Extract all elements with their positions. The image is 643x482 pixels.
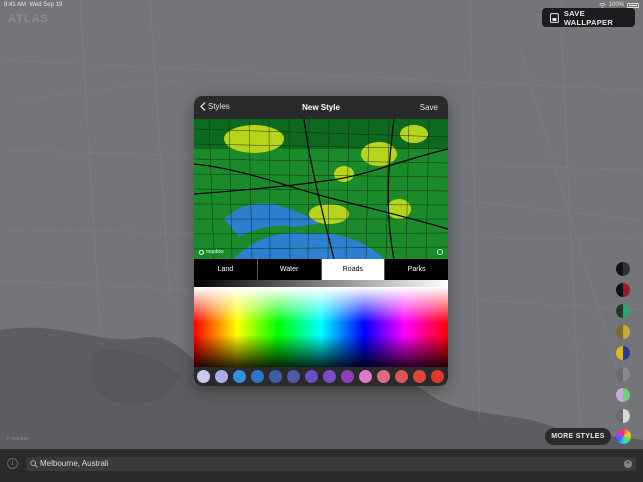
info-button[interactable]: i xyxy=(7,458,18,469)
map-attribution: © mapbox xyxy=(6,436,29,442)
search-icon xyxy=(30,460,38,468)
style-preset-dot[interactable] xyxy=(616,409,630,423)
grayscale-slider[interactable] xyxy=(194,280,448,287)
search-value: Melbourne, Australi xyxy=(40,459,109,468)
style-preset-dot[interactable] xyxy=(616,388,630,402)
color-swatch[interactable] xyxy=(197,370,210,383)
mapbox-logo: mapbox xyxy=(199,249,224,255)
new-style-dialog: Styles New Style Save mapbox Land Water … xyxy=(194,96,448,386)
color-swatch-row xyxy=(194,367,448,386)
color-swatch[interactable] xyxy=(287,370,300,383)
info-icon[interactable] xyxy=(437,249,443,255)
style-preset-dot[interactable] xyxy=(616,346,630,360)
battery-icon xyxy=(627,2,639,8)
tab-land[interactable]: Land xyxy=(194,259,258,280)
tab-water[interactable]: Water xyxy=(258,259,322,280)
layer-tabs: Land Water Roads Parks xyxy=(194,259,448,280)
status-time: 9:41 AM Wed Sep 19 xyxy=(4,2,63,8)
color-swatch[interactable] xyxy=(431,370,444,383)
tab-roads[interactable]: Roads xyxy=(321,259,386,280)
clear-icon[interactable]: × xyxy=(624,460,632,468)
style-preset-dot[interactable] xyxy=(616,283,630,297)
tab-parks[interactable]: Parks xyxy=(385,259,448,280)
style-preset-dot[interactable] xyxy=(616,304,630,318)
save-wallpaper-button[interactable]: SAVE WALLPAPER xyxy=(542,8,635,27)
color-swatch[interactable] xyxy=(269,370,282,383)
color-spectrum-picker[interactable] xyxy=(194,287,448,367)
color-swatch[interactable] xyxy=(323,370,336,383)
bottom-bar: i Melbourne, Australi × xyxy=(0,449,643,482)
style-preset-dot[interactable] xyxy=(616,262,630,276)
custom-style-button[interactable] xyxy=(616,429,631,444)
color-swatch[interactable] xyxy=(341,370,354,383)
style-presets xyxy=(616,262,630,423)
color-swatch[interactable] xyxy=(305,370,318,383)
dialog-nav-bar: Styles New Style Save xyxy=(194,96,448,119)
wifi-icon xyxy=(598,2,606,8)
color-swatch[interactable] xyxy=(377,370,390,383)
dialog-save-button[interactable]: Save xyxy=(420,103,438,112)
color-swatch[interactable] xyxy=(215,370,228,383)
style-preset-dot[interactable] xyxy=(616,325,630,339)
map-style-preview[interactable]: mapbox xyxy=(194,119,448,259)
color-swatch[interactable] xyxy=(233,370,246,383)
app-logo: ATLAS xyxy=(8,13,49,25)
save-icon xyxy=(550,12,559,23)
color-swatch[interactable] xyxy=(395,370,408,383)
style-preset-dot[interactable] xyxy=(616,367,630,381)
color-swatch[interactable] xyxy=(359,370,372,383)
color-swatch[interactable] xyxy=(251,370,264,383)
more-styles-button[interactable]: MORE STYLES xyxy=(545,428,611,445)
search-input[interactable]: Melbourne, Australi × xyxy=(26,457,636,471)
dialog-title: New Style xyxy=(302,103,340,112)
color-swatch[interactable] xyxy=(413,370,426,383)
